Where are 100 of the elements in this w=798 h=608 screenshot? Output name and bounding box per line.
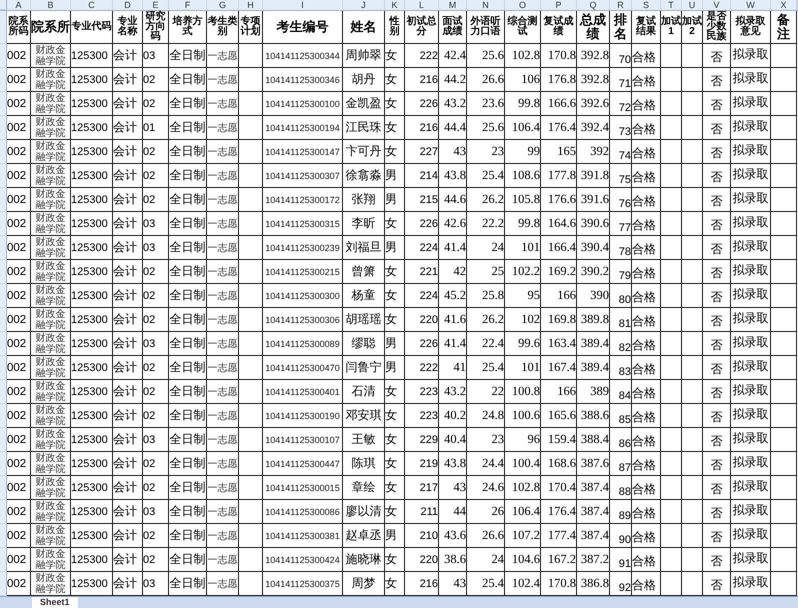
table-cell: 387.6 (577, 452, 610, 476)
table-cell: 合格 (632, 308, 661, 332)
table-cell: 125300 (71, 44, 113, 68)
table-cell: 全日制 (169, 44, 207, 68)
table-cell (239, 500, 263, 524)
column-header: 复试结果 (632, 11, 661, 44)
column-letter[interactable]: J (343, 0, 385, 10)
table-cell: 102.8 (505, 476, 541, 500)
column-letter[interactable]: V (703, 0, 731, 10)
table-cell: 002 (7, 44, 31, 68)
column-letter[interactable]: Q (577, 0, 610, 10)
table-cell (771, 476, 797, 500)
column-letter[interactable]: W (731, 0, 771, 10)
column-letter[interactable]: R (610, 0, 632, 10)
table-cell: 390.4 (577, 236, 610, 260)
table-cell: 财政金融学院 (31, 428, 71, 452)
column-letter[interactable]: X (771, 0, 797, 10)
table-cell: 25.4 (467, 164, 505, 188)
table-cell: 389.4 (577, 332, 610, 356)
column-letter[interactable]: L (405, 0, 439, 10)
table-cell: 22.4 (467, 332, 505, 356)
table-cell: 否 (703, 236, 731, 260)
table-cell: 38.6 (439, 548, 467, 572)
column-letter[interactable]: H (239, 0, 263, 10)
table-cell: 女 (385, 116, 405, 140)
table-cell: 43 (439, 140, 467, 164)
column-letter[interactable]: O (505, 0, 541, 10)
table-cell: 否 (703, 212, 731, 236)
sheet-tab[interactable]: Sheet1 (32, 597, 78, 608)
column-letter[interactable]: P (541, 0, 577, 10)
table-cell: 否 (703, 188, 731, 212)
table-cell: 一志愿 (207, 212, 239, 236)
table-cell: 104141125300300 (263, 284, 343, 308)
table-cell: 104141125300194 (263, 116, 343, 140)
table-cell: 44.6 (439, 188, 467, 212)
column-letter[interactable]: F (169, 0, 207, 10)
table-cell (661, 332, 682, 356)
table-cell (239, 188, 263, 212)
table-cell (771, 548, 797, 572)
table-cell: 否 (703, 284, 731, 308)
table-cell (771, 332, 797, 356)
table-cell (661, 44, 682, 68)
table-cell (771, 68, 797, 92)
column-letter[interactable]: I (263, 0, 343, 10)
table-cell: 76 (610, 188, 632, 212)
table-cell (771, 380, 797, 404)
column-letter[interactable]: N (467, 0, 505, 10)
table-cell: 合格 (632, 356, 661, 380)
column-letter[interactable]: T (661, 0, 682, 10)
table-cell: 财政金融学院 (31, 380, 71, 404)
table-cell: 002 (7, 524, 31, 548)
table-cell: 一志愿 (207, 260, 239, 284)
column-letter[interactable]: D (113, 0, 143, 10)
column-header: 专业代码 (71, 11, 113, 44)
table-cell: 388.4 (577, 428, 610, 452)
table-cell: 24.4 (467, 452, 505, 476)
column-letter[interactable]: A (7, 0, 31, 10)
table-cell (682, 356, 703, 380)
table-cell: 44.2 (439, 68, 467, 92)
table-cell: 26.2 (467, 188, 505, 212)
table-cell: 169.2 (541, 260, 577, 284)
table-cell: 一志愿 (207, 92, 239, 116)
column-letter[interactable]: E (143, 0, 169, 10)
table-cell: 24 (467, 548, 505, 572)
table-cell: 002 (7, 116, 31, 140)
column-letter[interactable]: C (71, 0, 113, 10)
column-letter[interactable]: U (682, 0, 703, 10)
table-cell: 392.4 (577, 116, 610, 140)
table-cell: 002 (7, 356, 31, 380)
table-cell (771, 116, 797, 140)
table-cell: 170.8 (541, 44, 577, 68)
table-cell: 002 (7, 164, 31, 188)
table-cell (771, 428, 797, 452)
table-cell: 125300 (71, 188, 113, 212)
table-cell: 拟录取 (731, 44, 771, 68)
table-cell: 一志愿 (207, 452, 239, 476)
table-cell: 216 (405, 116, 439, 140)
table-cell: 166 (541, 380, 577, 404)
table-cell (682, 452, 703, 476)
table-cell: 拟录取 (731, 476, 771, 500)
table-cell: 002 (7, 68, 31, 92)
table-cell: 财政金融学院 (31, 140, 71, 164)
table-cell: 163.4 (541, 332, 577, 356)
column-letter[interactable]: K (385, 0, 405, 10)
column-letter[interactable]: G (207, 0, 239, 10)
column-letter[interactable]: S (632, 0, 661, 10)
table-cell: 合格 (632, 140, 661, 164)
table-cell: 李昕 (343, 212, 385, 236)
table-cell: 张翔 (343, 188, 385, 212)
column-letter[interactable]: B (31, 0, 71, 10)
table-cell: 002 (7, 308, 31, 332)
table-cell: 002 (7, 380, 31, 404)
table-cell: 女 (385, 476, 405, 500)
table-cell: 全日制 (169, 140, 207, 164)
column-letter[interactable]: M (439, 0, 467, 10)
table-cell (661, 284, 682, 308)
table-cell: 女 (385, 404, 405, 428)
table-cell: 一志愿 (207, 68, 239, 92)
table-cell: 25.6 (467, 44, 505, 68)
table-cell: 102 (505, 308, 541, 332)
